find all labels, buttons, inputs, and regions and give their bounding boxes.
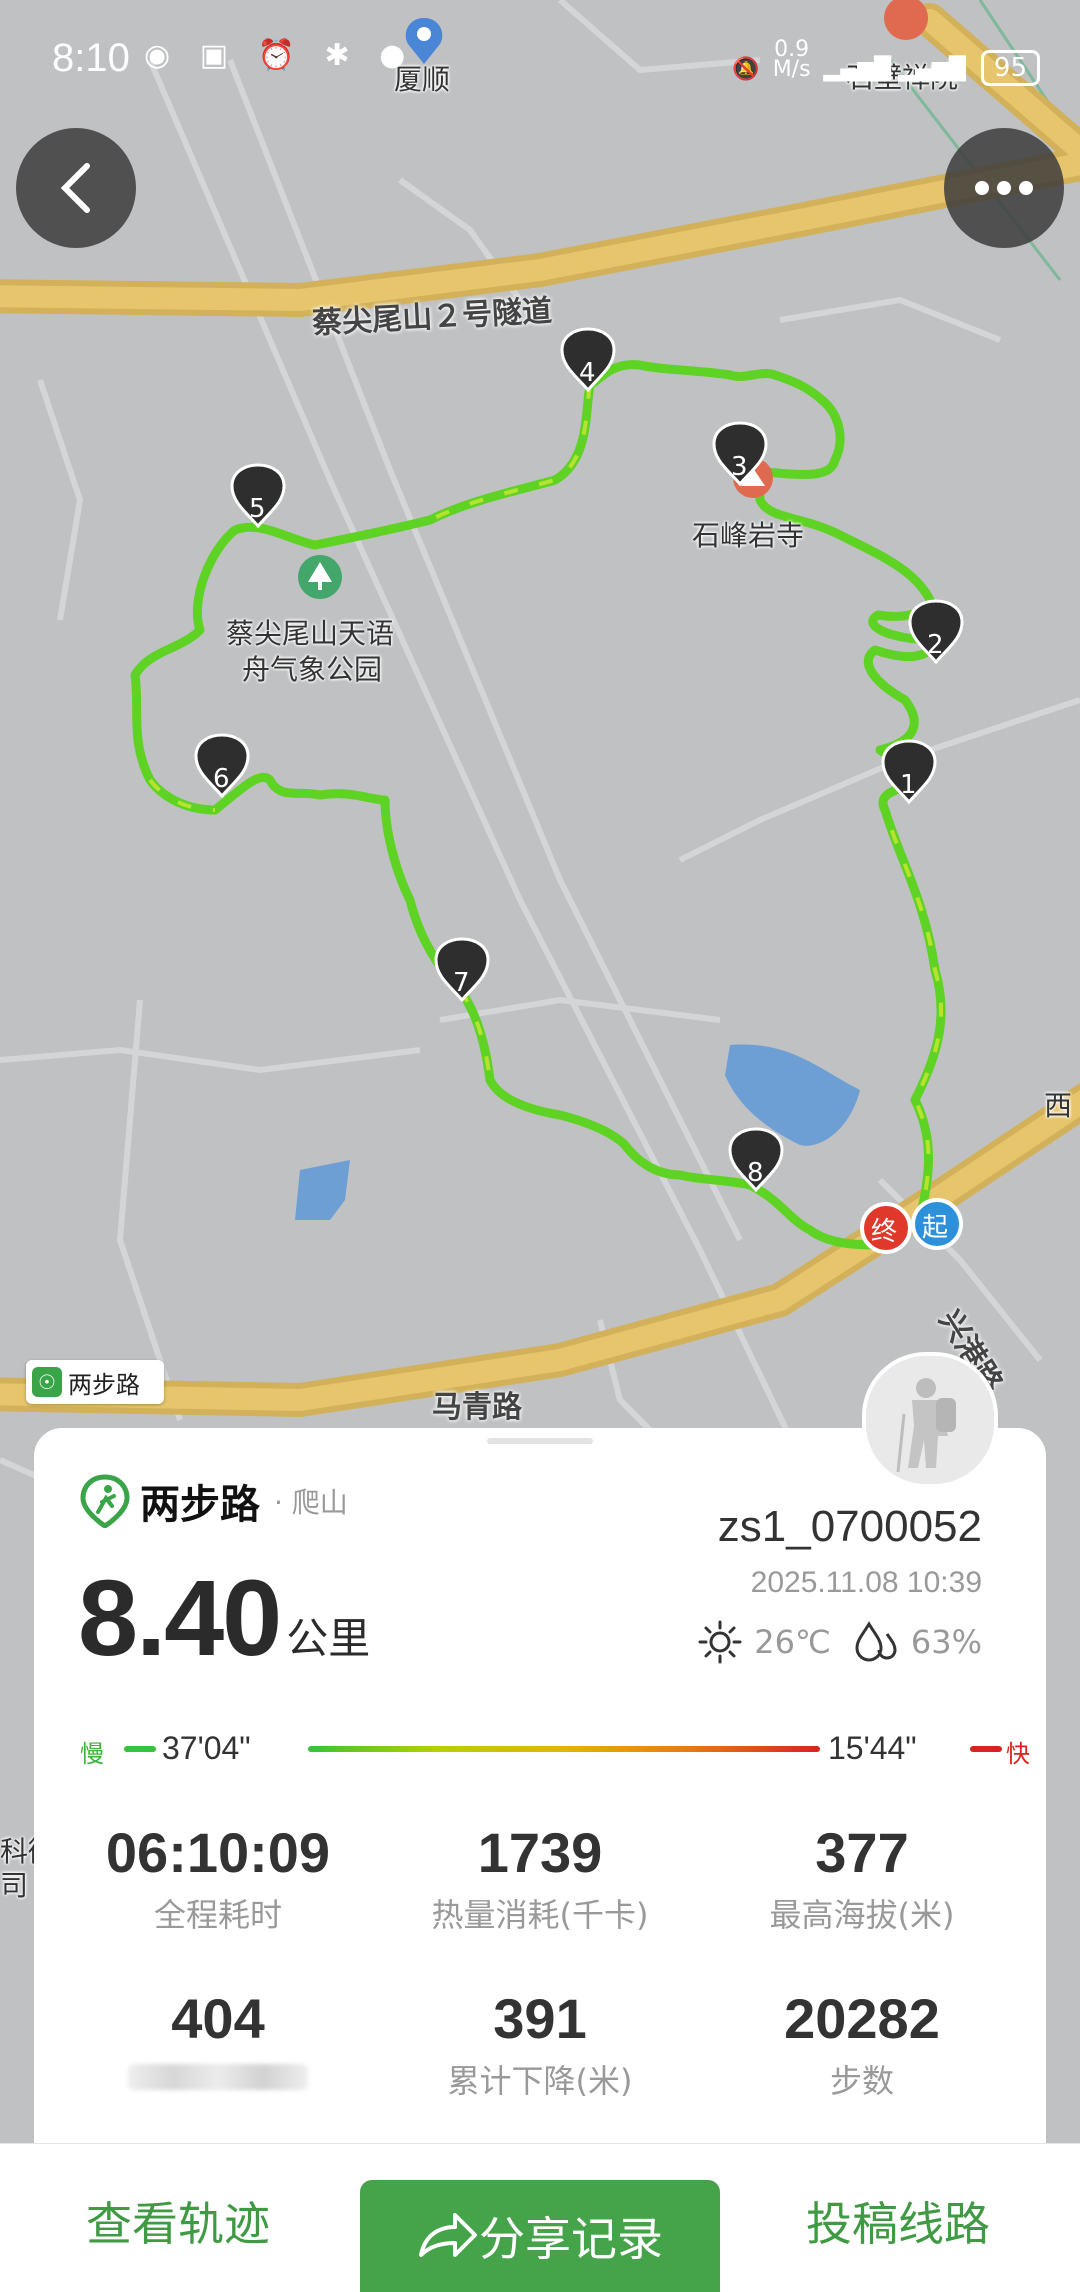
marker-7-label[interactable]: 7 — [453, 968, 470, 998]
record-datetime: 2025.11.08 10:39 — [750, 1566, 982, 1599]
status-bar: 8:10 ◉ ▣ ⏰ ✱ ● 🔕 0.9 M/s ▂▄▆█ ▂▄▆█ 95 — [0, 0, 1080, 120]
pace-slow-label: 慢 — [80, 1740, 104, 1768]
battery-indicator: 95 — [980, 50, 1040, 86]
park-label-line1[interactable]: 蔡尖尾山天语 — [226, 612, 394, 652]
edge-label-right: 西 — [1044, 1089, 1073, 1122]
back-button[interactable] — [16, 128, 136, 248]
pace-slow-value: 37'04" — [162, 1730, 251, 1766]
more-button[interactable] — [944, 128, 1064, 248]
end-marker-label: 终 — [871, 1217, 898, 1247]
stat-duration: 06:10:09 全程耗时 — [58, 1822, 378, 1936]
stat-ascent: 404 — [58, 1988, 378, 2094]
stat-calories: 1739 热量消耗(千卡) — [380, 1822, 700, 1936]
marker-2-label[interactable]: 2 — [927, 630, 944, 660]
status-time: 8:10 — [52, 36, 130, 80]
status-right: 🔕 0.9 M/s ▂▄▆█ ▂▄▆█ 95 — [732, 37, 1040, 86]
activity-type: · 爬山 — [274, 1486, 348, 1519]
summary-card[interactable]: 两步路 · 爬山 zs1_0700052 2025.11.08 10:39 26… — [34, 1428, 1046, 2148]
stat-max-altitude: 377 最高海拔(米) — [702, 1822, 1022, 1936]
bottom-action-bar: 查看轨迹 分享记录 投稿线路 — [0, 2143, 1080, 2292]
temple-label[interactable]: 石峰岩寺 — [692, 514, 804, 554]
watermark-text: 两步路 — [68, 1370, 140, 1399]
stat-descent: 391 累计下降(米) — [380, 1988, 700, 2102]
stat-steps: 20282 步数 — [702, 1988, 1022, 2102]
pace-legend: 慢 37'04" 15'44" 快 — [80, 1730, 1040, 1770]
stat-value: 20282 — [784, 1987, 940, 2050]
humidity-icon — [855, 1621, 897, 1662]
net-speed: 0.9 M/s — [772, 37, 811, 82]
app-logo-icon: ☉ — [32, 1367, 62, 1397]
brand: 两步路 · 爬山 — [78, 1472, 348, 1530]
more-dots-icon — [975, 181, 1033, 195]
stat-label: 累计下降(米) — [447, 2062, 633, 2100]
mute-icon: 🔕 — [732, 57, 760, 82]
marker-1-label[interactable]: 1 — [900, 770, 917, 800]
marker-6-label[interactable]: 6 — [213, 764, 230, 794]
pace-fast-label: 快 — [1006, 1740, 1030, 1768]
marker-4-label[interactable]: 4 — [579, 358, 596, 388]
username: zs1_0700052 — [717, 1502, 982, 1551]
stat-label: 最高海拔(米) — [769, 1896, 955, 1934]
stat-value: 1739 — [477, 1821, 603, 1884]
road-bottom-label: 马青路 — [432, 1390, 522, 1425]
signal-icon: ▂▄▆█ ▂▄▆█ — [823, 57, 966, 82]
stat-label-blurred — [128, 2064, 308, 2090]
pace-fast-value: 15'44" — [828, 1730, 917, 1766]
weather-info: 26℃ 63% — [698, 1620, 982, 1664]
temperature: 26℃ — [754, 1623, 831, 1661]
pace-gradient-bar — [308, 1746, 820, 1752]
marker-5-label[interactable]: 5 — [249, 494, 266, 524]
share-label: 分享记录 — [479, 2212, 663, 2266]
drag-handle[interactable] — [487, 1438, 593, 1444]
avatar[interactable] — [862, 1352, 998, 1488]
share-icon — [419, 2213, 477, 2257]
status-icons: ◉ ▣ ⏰ ✱ ● — [144, 38, 416, 73]
stat-value: 377 — [815, 1821, 909, 1884]
pace-fast-swatch — [970, 1746, 1002, 1752]
stat-label: 步数 — [829, 2062, 894, 2100]
marker-8-label[interactable]: 8 — [747, 1158, 764, 1188]
stat-value: 391 — [493, 1987, 587, 2050]
submit-route-button[interactable]: 投稿线路 — [806, 2188, 990, 2254]
park-label-line2[interactable]: 舟气象公园 — [242, 648, 382, 688]
stat-value: 404 — [171, 1987, 265, 2050]
marker-3-label[interactable]: 3 — [731, 452, 748, 482]
hiker-avatar-icon — [866, 1356, 994, 1484]
stat-label: 热量消耗(千卡) — [431, 1896, 649, 1934]
distance: 8.40 公里 — [78, 1557, 371, 1678]
stat-value: 06:10:09 — [105, 1821, 331, 1884]
pace-slow-swatch — [124, 1746, 156, 1752]
distance-value: 8.40 — [78, 1557, 282, 1678]
brand-logo-icon — [80, 1474, 130, 1528]
brand-name: 两步路 — [140, 1482, 260, 1528]
stat-label: 全程耗时 — [153, 1896, 282, 1934]
edge-label-left-2: 司 — [0, 1869, 29, 1902]
share-record-button[interactable]: 分享记录 — [360, 2180, 720, 2292]
humidity: 63% — [910, 1623, 982, 1661]
distance-unit: 公里 — [286, 1614, 371, 1663]
back-arrow-icon — [60, 163, 90, 213]
view-track-button[interactable]: 查看轨迹 — [86, 2188, 270, 2254]
map-watermark: ☉ 两步路 — [26, 1360, 164, 1404]
sun-icon — [698, 1620, 742, 1664]
start-marker-label: 起 — [922, 1213, 949, 1243]
